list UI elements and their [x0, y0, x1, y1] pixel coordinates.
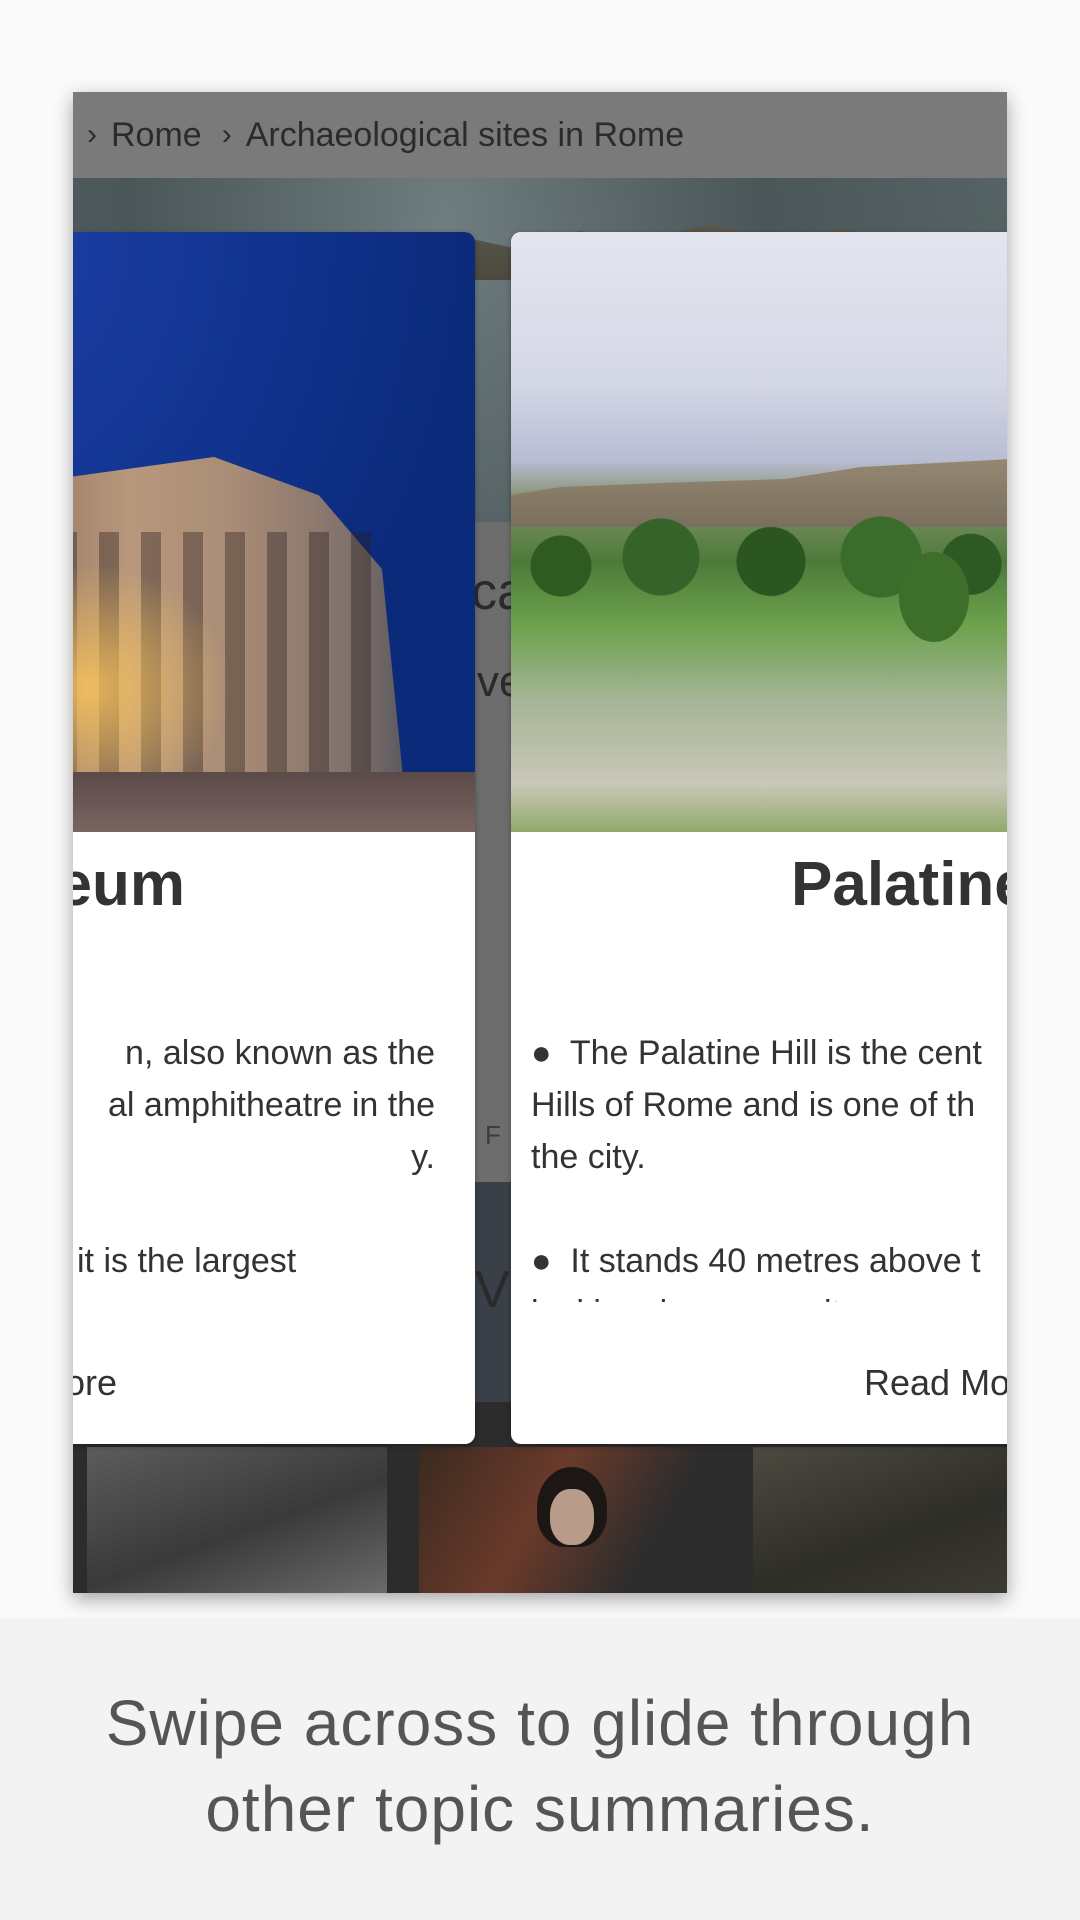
palatine-tree — [899, 552, 969, 642]
caption-text: Swipe across to glide through other topi… — [105, 1687, 975, 1845]
summary-paragraph: ● It stands 40 metres above t looking do… — [531, 1242, 981, 1302]
summary-card-colosseum[interactable]: eum n, also known as the al amphitheatre… — [73, 232, 475, 1444]
breadcrumb-item-rome[interactable]: Rome — [111, 116, 202, 155]
phone-screenshot: ca ve F Vi › Rome › Archaeological sites… — [73, 92, 1007, 1593]
video-thumbnail[interactable] — [753, 1447, 1007, 1593]
palatine-photo — [511, 232, 1007, 832]
summary-paragraph: n, also known as the al amphitheatre in … — [108, 1034, 435, 1176]
chevron-right-icon: › — [87, 118, 97, 151]
colosseum-photo — [73, 232, 475, 832]
colosseum-ground — [73, 772, 475, 832]
card-summary: ● The Palatine Hill is the cent Hills of… — [531, 1027, 1007, 1302]
chevron-right-icon: › — [221, 118, 232, 151]
summary-card-palatine[interactable]: Palatine ● The Palatine Hill is the cent… — [511, 232, 1007, 1444]
card-summary: n, also known as the al amphitheatre in … — [73, 1027, 435, 1302]
breadcrumb-item-archaeological-sites[interactable]: Archaeological sites in Rome — [246, 116, 684, 155]
colosseum-lights — [73, 562, 233, 772]
video-thumbnail[interactable] — [87, 1447, 387, 1593]
presenter-face — [550, 1489, 594, 1545]
background-text-fragment: F — [485, 1120, 501, 1150]
read-more-link[interactable]: Read Mo — [864, 1362, 1007, 1404]
video-thumbnail[interactable] — [419, 1447, 721, 1593]
breadcrumb: › Rome › Archaeological sites in Rome — [73, 92, 1007, 178]
card-title: eum — [73, 850, 185, 919]
summary-paragraph: it is the largest — [77, 1242, 297, 1280]
summary-paragraph: ● The Palatine Hill is the cent Hills of… — [531, 1034, 982, 1176]
card-title: Palatine — [791, 850, 1007, 919]
caption-area: Swipe across to glide through other topi… — [0, 1618, 1080, 1920]
read-more-link[interactable]: ore — [73, 1362, 117, 1404]
